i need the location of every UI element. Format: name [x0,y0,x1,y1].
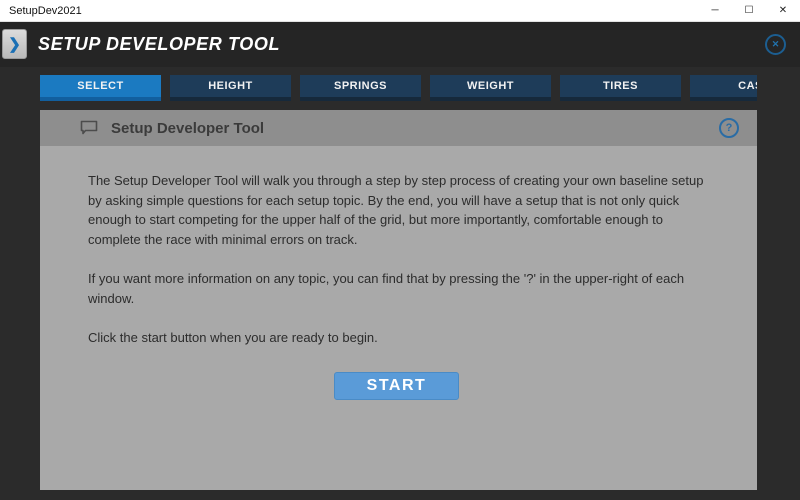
minimize-icon[interactable]: ─ [698,0,732,21]
circle-close-icon[interactable]: ✕ [765,34,786,55]
tab-height[interactable]: HEIGHT [170,75,291,101]
panel-title: Setup Developer Tool [111,120,264,137]
app-title: SETUP DEVELOPER TOOL [38,34,280,55]
panel-header: Setup Developer Tool ? [40,110,757,146]
tab-cas[interactable]: CAS [690,75,757,101]
tab-bar: SELECT HEIGHT SPRINGS WEIGHT TIRES CAS [40,75,757,101]
start-button[interactable]: START [334,372,460,400]
tab-select[interactable]: SELECT [40,75,161,101]
tab-springs[interactable]: SPRINGS [300,75,421,101]
tab-weight[interactable]: WEIGHT [430,75,551,101]
window-controls: ─ ☐ ✕ [698,0,800,21]
intro-paragraph: The Setup Developer Tool will walk you t… [88,171,705,249]
close-icon[interactable]: ✕ [766,0,800,21]
tab-tires[interactable]: TIRES [560,75,681,101]
window-title: SetupDev2021 [0,5,698,17]
chevron-right-icon[interactable]: ❯ [2,29,27,59]
maximize-icon[interactable]: ☐ [732,0,766,21]
titlebar: SetupDev2021 ─ ☐ ✕ [0,0,800,22]
speech-bubble-icon [80,120,98,136]
help-info-paragraph: If you want more information on any topi… [88,269,705,308]
panel-body: The Setup Developer Tool will walk you t… [40,146,757,400]
start-button-row: START [88,372,705,400]
main-panel: Setup Developer Tool ? The Setup Develop… [40,110,757,490]
start-prompt-paragraph: Click the start button when you are read… [88,328,705,348]
help-icon[interactable]: ? [719,118,739,138]
app-header: ❯ SETUP DEVELOPER TOOL ✕ [0,22,800,67]
